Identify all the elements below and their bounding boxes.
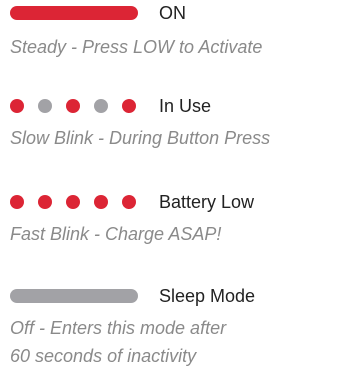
led-dot-icon [122, 195, 136, 209]
led-dot-icon [66, 99, 80, 113]
state-label: In Use [159, 96, 212, 116]
led-bar-icon [10, 6, 138, 20]
state-description: Steady - Press LOW to Activate [10, 37, 263, 57]
led-dot-icon [38, 195, 52, 209]
led-bar-icon [10, 289, 138, 303]
led-dot-icon [94, 99, 108, 113]
state-label: ON [159, 3, 186, 23]
led-dot-icon [66, 195, 80, 209]
led-dot-icon [10, 195, 24, 209]
led-dot-icon [122, 99, 136, 113]
state-description: Fast Blink - Charge ASAP! [10, 224, 222, 244]
led-dot-icon [94, 195, 108, 209]
led-dots [10, 193, 140, 211]
state-label: Battery Low [159, 192, 255, 212]
led-dot-icon [10, 99, 24, 113]
state-description-line-1: Off - Enters this mode after [10, 318, 227, 338]
led-dot-icon [38, 99, 52, 113]
state-description: Slow Blink - During Button Press [10, 128, 271, 148]
led-dots [10, 97, 140, 115]
state-label: Sleep Mode [159, 286, 256, 306]
state-description-line-2: 60 seconds of inactivity [10, 346, 197, 366]
